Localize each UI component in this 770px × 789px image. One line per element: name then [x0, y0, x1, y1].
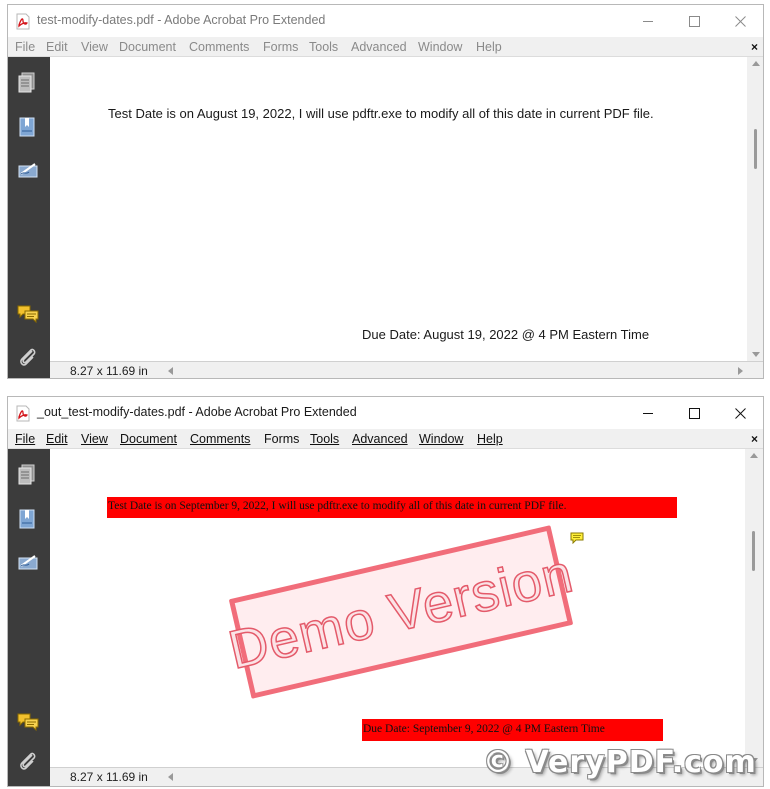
title-bar[interactable]: test-modify-dates.pdf - Adobe Acrobat Pr…	[8, 5, 763, 37]
demo-version-stamp: Demo Version	[222, 525, 580, 699]
menu-help[interactable]: Help	[477, 432, 503, 446]
menu-tools[interactable]: Tools	[309, 40, 338, 54]
acrobat-window-output: _out_test-modify-dates.pdf - Adobe Acrob…	[7, 396, 764, 787]
page-size-label: 8.27 x 11.69 in	[70, 364, 148, 378]
menu-forms[interactable]: Forms	[263, 40, 298, 54]
scroll-thumb[interactable]	[754, 129, 757, 169]
menu-file[interactable]: File	[15, 432, 35, 446]
menu-tools[interactable]: Tools	[310, 432, 339, 446]
document-close-button[interactable]: ×	[751, 432, 758, 446]
bookmarks-icon[interactable]	[16, 115, 40, 139]
title-bar[interactable]: _out_test-modify-dates.pdf - Adobe Acrob…	[8, 397, 763, 429]
menu-help[interactable]: Help	[476, 40, 502, 54]
maximize-button[interactable]	[671, 5, 717, 37]
test-date-text: Test Date is on September 9, 2022, I wil…	[108, 500, 567, 512]
minimize-button[interactable]	[625, 5, 671, 37]
menu-forms-label: Forms	[264, 432, 300, 446]
menu-edit[interactable]: Edit	[46, 432, 68, 446]
menu-file-label: File	[15, 432, 36, 446]
menu-edit[interactable]: Edit	[46, 40, 68, 54]
menu-document[interactable]: Document	[119, 40, 176, 54]
menu-view-label: View	[81, 432, 108, 446]
page-size-label: 8.27 x 11.69 in	[70, 770, 148, 784]
menu-document[interactable]: Document	[120, 432, 177, 446]
note-icon[interactable]	[570, 532, 584, 544]
menu-window[interactable]: Window	[418, 40, 462, 54]
navigation-panel	[8, 57, 50, 378]
document-page: Test Date is on August 19, 2022, I will …	[50, 57, 747, 361]
scroll-down-icon[interactable]	[752, 352, 760, 357]
menu-advanced[interactable]: Advanced	[352, 432, 408, 446]
window-title: _out_test-modify-dates.pdf - Adobe Acrob…	[37, 405, 357, 419]
stamp-text: Demo Version	[222, 543, 579, 682]
test-date-text: Test Date is on August 19, 2022, I will …	[108, 106, 654, 121]
menu-edit-label: Edit	[46, 432, 68, 446]
highlighted-due-date: Due Date: September 9, 2022 @ 4 PM Easte…	[362, 719, 663, 741]
status-bar: 8.27 x 11.69 in	[50, 361, 763, 378]
due-date-text: Due Date: August 19, 2022 @ 4 PM Eastern…	[362, 327, 650, 342]
close-button[interactable]	[717, 5, 763, 37]
verypdf-watermark: © VeryPDF.com	[483, 745, 757, 780]
highlighted-test-date: Test Date is on September 9, 2022, I wil…	[107, 497, 677, 518]
menu-window[interactable]: Window	[419, 432, 463, 446]
window-title: test-modify-dates.pdf - Adobe Acrobat Pr…	[37, 13, 326, 27]
maximize-button[interactable]	[671, 397, 717, 429]
acrobat-window-original: test-modify-dates.pdf - Adobe Acrobat Pr…	[7, 4, 764, 379]
menu-view[interactable]: View	[81, 432, 108, 446]
menu-comments-label: Comments	[190, 432, 251, 446]
menu-bar: File Edit View Document Comments Forms T…	[8, 429, 763, 449]
signatures-icon[interactable]	[16, 159, 40, 183]
attachments-icon[interactable]	[16, 345, 40, 369]
menu-window-label: Window	[419, 432, 464, 446]
menu-help-label: Help	[477, 432, 503, 446]
pdf-file-icon	[16, 405, 30, 422]
document-close-button[interactable]: ×	[751, 40, 758, 54]
menu-document-label: Document	[120, 432, 177, 446]
due-date-text: Due Date: September 9, 2022 @ 4 PM Easte…	[363, 723, 605, 735]
menu-tools-label: Tools	[310, 432, 340, 446]
menu-comments[interactable]: Comments	[190, 432, 250, 446]
menu-bar: File Edit View Document Comments Forms T…	[8, 37, 763, 57]
scroll-up-icon[interactable]	[750, 453, 758, 458]
navigation-panel	[8, 449, 50, 786]
close-button[interactable]	[717, 397, 763, 429]
menu-file[interactable]: File	[15, 40, 35, 54]
scroll-left-icon[interactable]	[168, 367, 173, 375]
pages-icon[interactable]	[16, 463, 40, 487]
pages-icon[interactable]	[16, 71, 40, 95]
scroll-up-icon[interactable]	[752, 61, 760, 66]
comments-icon[interactable]	[16, 709, 40, 733]
menu-advanced-label: Advanced	[352, 432, 408, 446]
menu-forms[interactable]: Forms	[264, 432, 299, 446]
comments-icon[interactable]	[16, 301, 40, 325]
scroll-left-icon[interactable]	[168, 773, 173, 781]
menu-comments[interactable]: Comments	[189, 40, 249, 54]
bookmarks-icon[interactable]	[16, 507, 40, 531]
menu-advanced[interactable]: Advanced	[351, 40, 407, 54]
attachments-icon[interactable]	[16, 749, 40, 773]
vertical-scrollbar[interactable]	[748, 57, 763, 361]
document-page: Test Date is on September 9, 2022, I wil…	[50, 449, 745, 767]
signatures-icon[interactable]	[16, 551, 40, 575]
menu-view[interactable]: View	[81, 40, 108, 54]
scroll-thumb[interactable]	[752, 531, 755, 571]
scroll-right-icon[interactable]	[738, 367, 743, 375]
vertical-scrollbar[interactable]	[746, 449, 761, 767]
minimize-button[interactable]	[625, 397, 671, 429]
pdf-file-icon	[16, 13, 30, 30]
